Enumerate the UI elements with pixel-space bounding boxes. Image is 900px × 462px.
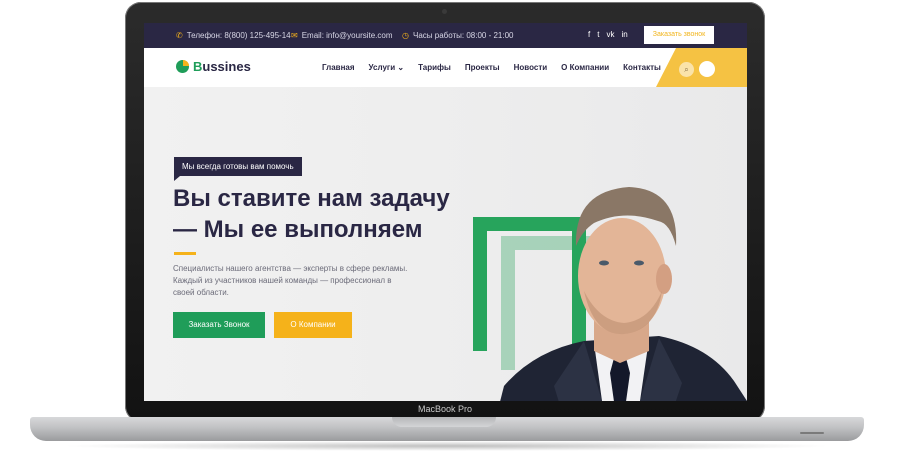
website-screen: ✆ Телефон: 8(800) 125-495-14 ✉ Email: in… [144,23,747,401]
chevron-down-icon: ⌄ [397,63,405,72]
hero-title: Вы ставите нам задачу — Мы ее выполняем [173,185,450,243]
user-icon[interactable] [699,61,715,77]
email-info[interactable]: ✉ Email: info@yoursite.com [291,31,393,40]
top-info-bar: ✆ Телефон: 8(800) 125-495-14 ✉ Email: in… [144,23,747,48]
main-menu: Главная Услуги ⌄ Тарифы Проекты Новости … [322,63,661,72]
facebook-icon[interactable]: f [588,30,590,39]
search-icon[interactable]: ⌕ [679,62,694,77]
hero-tag: Мы всегда готовы вам помочь [174,157,302,181]
order-call-hero-button[interactable]: Заказать Звонок [173,312,265,338]
hero-section: Мы всегда готовы вам помочь Вы ставите н… [144,87,747,401]
social-links: f t vk in [588,30,628,39]
logo-icon [176,60,189,73]
laptop-model-label: MacBook Pro [417,404,473,414]
laptop-notch [392,417,496,427]
menu-item-pricing[interactable]: Тарифы [418,63,451,72]
site-logo[interactable]: Bussines [176,59,251,74]
main-navbar: Bussines Главная Услуги ⌄ Тарифы Проекты… [144,48,747,87]
phone-text: Телефон: 8(800) 125-495-14 [186,31,291,40]
laptop-slot [800,432,824,434]
menu-item-home[interactable]: Главная [322,63,355,72]
menu-item-contacts[interactable]: Контакты [623,63,661,72]
email-text: Email: info@yoursite.com [301,31,393,40]
about-company-button[interactable]: О Компании [274,312,352,338]
menu-item-news[interactable]: Новости [514,63,548,72]
phone-info[interactable]: ✆ Телефон: 8(800) 125-495-14 [176,31,291,40]
hours-text: Часы работы: 08:00 - 21:00 [412,31,514,40]
camera-icon [442,9,447,14]
menu-item-projects[interactable]: Проекты [465,63,500,72]
vk-icon[interactable]: vk [606,30,614,39]
instagram-icon[interactable]: in [621,30,627,39]
phone-icon: ✆ [176,31,183,40]
hero-description: Специалисты нашего агентства — эксперты … [173,264,408,297]
mail-icon: ✉ [291,31,298,40]
twitter-icon[interactable]: t [597,30,599,39]
title-underline [174,252,196,255]
menu-item-about[interactable]: О Компании [561,63,609,72]
logo-text: Bussines [193,59,251,74]
hours-info: ◷ Часы работы: 08:00 - 21:00 [402,31,514,40]
menu-item-services[interactable]: Услуги ⌄ [369,63,405,72]
clock-icon: ◷ [402,31,409,40]
laptop-shadow [60,441,834,451]
order-call-button[interactable]: Заказать звонок [644,26,714,44]
